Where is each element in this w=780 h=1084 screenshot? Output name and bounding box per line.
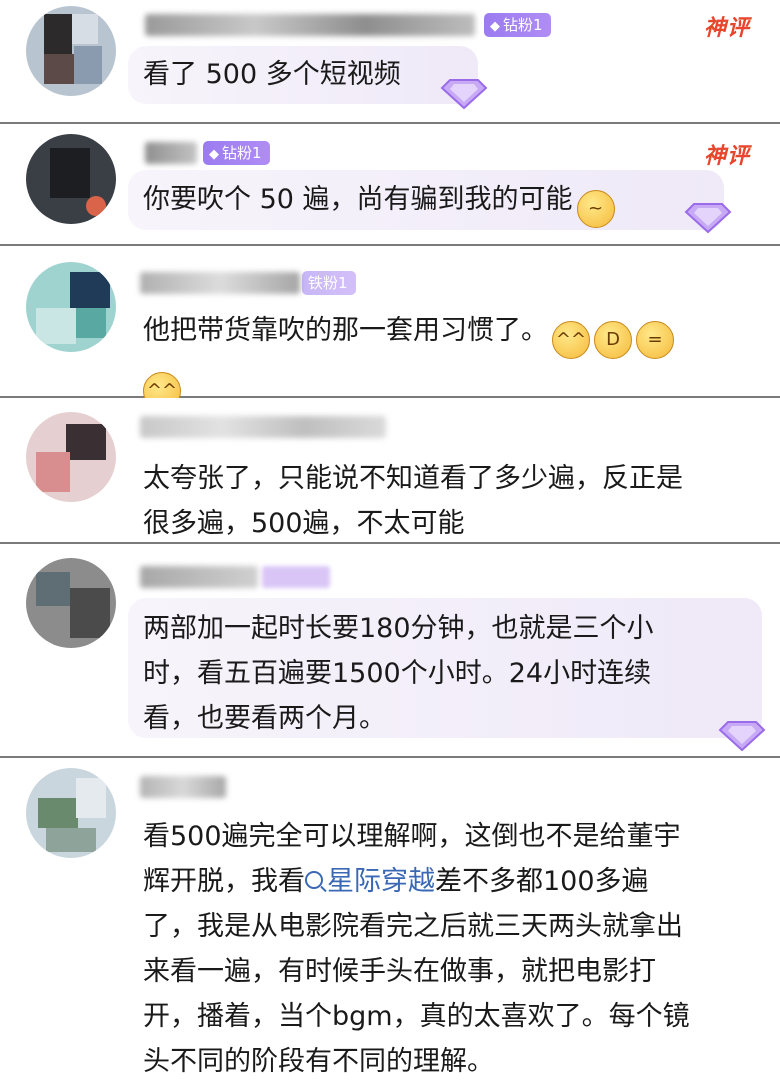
thinking-face-emoji-icon: ~ bbox=[576, 190, 615, 228]
fan-level-badge: 铁粉1 bbox=[302, 271, 356, 295]
comment-card[interactable]: 看500遍完全可以理解啊，这倒也不是给董宇 辉开脱，我看 星际穿越差不多都100多… bbox=[0, 758, 780, 1080]
fan-level-badge: ◆ 钻粉1 bbox=[484, 13, 551, 37]
avatar[interactable] bbox=[26, 134, 116, 224]
hot-comment-label: 神评 bbox=[703, 144, 750, 169]
avatar[interactable] bbox=[26, 412, 116, 502]
comment-feed: ◆ 钻粉1 神评 看了 500 多个短视频 ◆ 钻粉1 神评 你要吹个 50 遍，尚… bbox=[0, 0, 780, 1080]
diamond-sticker-icon bbox=[684, 203, 732, 234]
fan-level-badge: ◆ 钻粉1 bbox=[203, 141, 270, 165]
diamond-sticker-icon bbox=[440, 79, 488, 110]
username-blurred[interactable] bbox=[140, 566, 258, 588]
fan-level-badge-blurred bbox=[262, 566, 330, 588]
comment-text: 他把带货靠吹的那一套用习惯了。 ^^ D = ^^ bbox=[143, 308, 752, 410]
comment-card[interactable]: 两部加一起时长要180分钟，也就是三个小 时，看五百遍要1500个小时。24小时… bbox=[0, 544, 780, 758]
comment-card[interactable]: ◆ 钻粉1 神评 你要吹个 50 遍，尚有骗到我的可能 ~ bbox=[0, 124, 780, 246]
laughing-face-emoji-icon: D bbox=[594, 321, 632, 359]
diamond-icon: ◆ bbox=[209, 147, 219, 162]
comment-text: 太夸张了，只能说不知道看了多少遍，反正是 很多遍，500遍，不太可能 bbox=[143, 463, 683, 539]
avatar[interactable] bbox=[26, 558, 116, 648]
search-icon bbox=[305, 871, 323, 889]
comment-text: 两部加一起时长要180分钟，也就是三个小 时，看五百遍要1500个小时。24小时… bbox=[143, 613, 654, 734]
search-link[interactable]: 星际穿越 bbox=[305, 866, 435, 897]
username-blurred[interactable] bbox=[145, 14, 475, 36]
avatar[interactable] bbox=[26, 262, 116, 352]
username-blurred[interactable] bbox=[140, 272, 300, 294]
username-blurred[interactable] bbox=[140, 776, 226, 798]
crying-laughing-face-emoji-icon: ^^ bbox=[552, 321, 590, 359]
avatar[interactable] bbox=[26, 6, 116, 96]
avatar[interactable] bbox=[26, 768, 116, 858]
grinning-face-emoji-icon: = bbox=[636, 321, 674, 359]
comment-card[interactable]: 铁粉1 他把带货靠吹的那一套用习惯了。 ^^ D = ^^ bbox=[0, 246, 780, 410]
comment-card[interactable]: ◆ 钻粉1 神评 看了 500 多个短视频 bbox=[0, 0, 780, 124]
username-blurred[interactable] bbox=[145, 142, 197, 164]
comment-card[interactable]: 太夸张了，只能说不知道看了多少遍，反正是 很多遍，500遍，不太可能 bbox=[0, 398, 780, 544]
hot-comment-label: 神评 bbox=[703, 16, 750, 41]
diamond-sticker-icon bbox=[718, 721, 766, 752]
username-blurred[interactable] bbox=[140, 416, 386, 438]
diamond-icon: ◆ bbox=[490, 19, 500, 34]
comment-text: 你要吹个 50 遍，尚有骗到我的可能 ~ bbox=[143, 177, 752, 228]
comment-text: 看500遍完全可以理解啊，这倒也不是给董宇 辉开脱，我看 星际穿越差不多都100多… bbox=[143, 821, 690, 1077]
